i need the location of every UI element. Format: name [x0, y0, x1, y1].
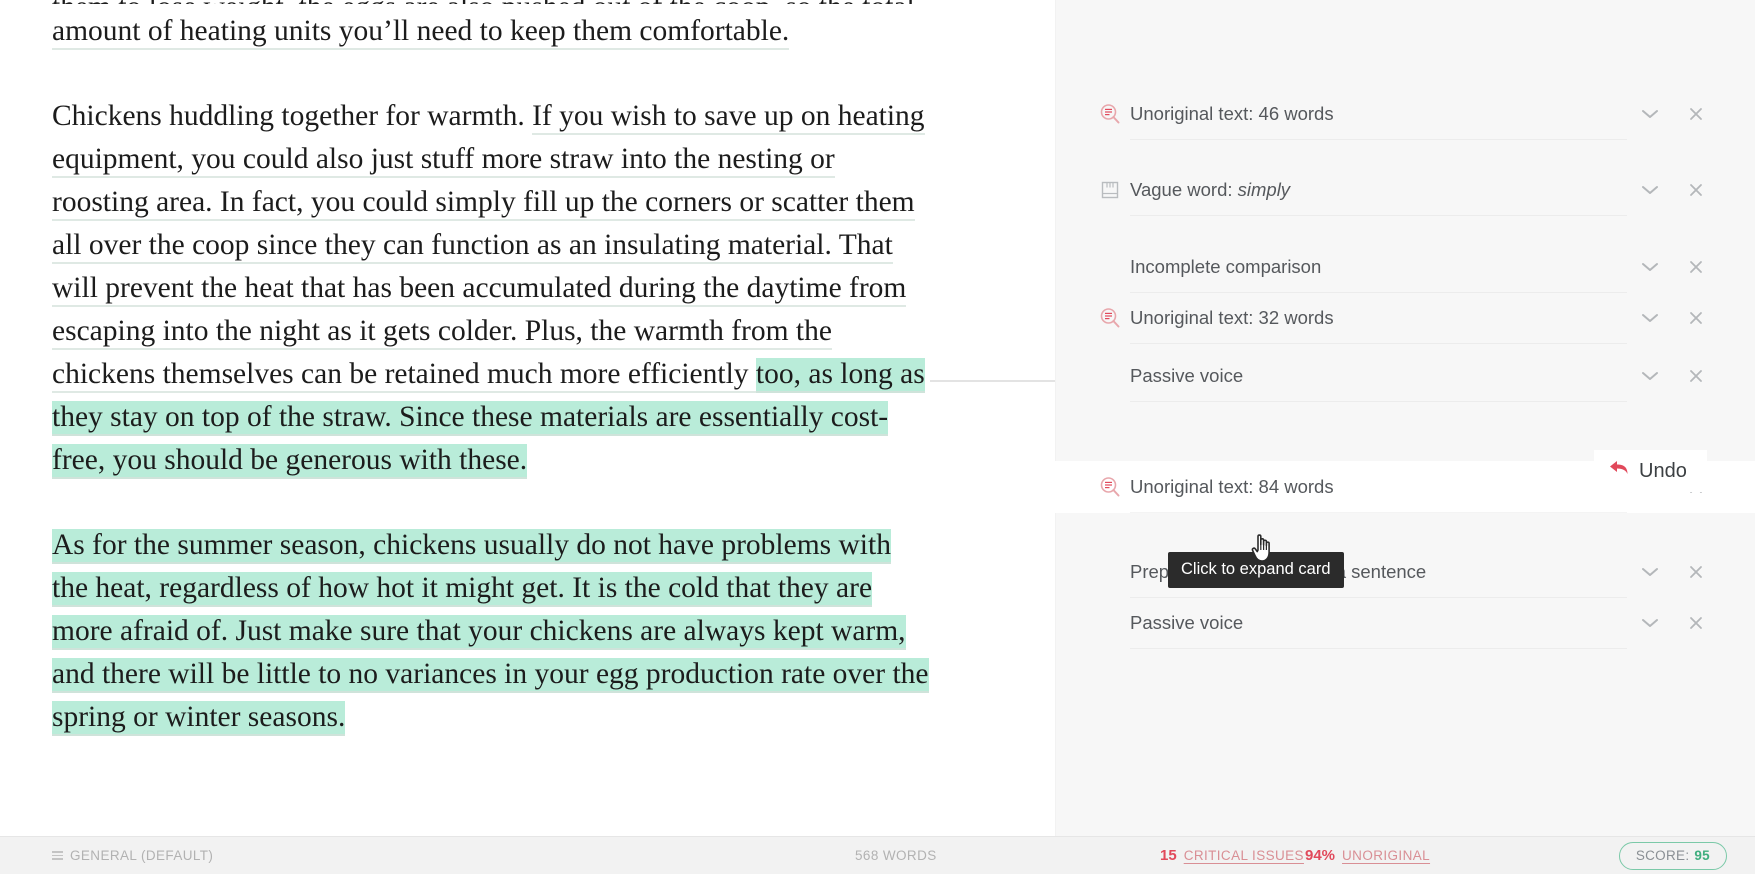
document-paragraph: amount of heating units you’ll need to k…: [52, 10, 932, 53]
chevron-down-icon[interactable]: [1627, 565, 1673, 579]
card-title-row: Passive voice: [1130, 350, 1627, 402]
plagiarism-magnifier-icon: [1095, 476, 1125, 498]
plagiarism-magnifier-icon: [1095, 307, 1125, 329]
list-lines-icon: [52, 851, 63, 860]
card-title-row: Vague word: simply: [1130, 164, 1627, 216]
status-bar: GENERAL (DEFAULT) 568 WORDS 15 CRITICAL …: [0, 836, 1755, 874]
card-title: Unoriginal text: 46 words: [1130, 102, 1334, 124]
status-unoriginal[interactable]: 94% UNORIGINAL: [1305, 847, 1430, 864]
close-icon[interactable]: [1673, 368, 1719, 384]
undo-label: Undo: [1639, 459, 1687, 482]
critical-issues-label: CRITICAL ISSUES: [1183, 848, 1304, 863]
card-unoriginal-46[interactable]: Unoriginal text: 46 words: [1055, 88, 1755, 140]
document-paragraph: Chickens huddling together for warmth. I…: [52, 95, 932, 482]
score-badge[interactable]: SCORE: 95: [1618, 841, 1727, 870]
text-run: amount of heating units you’ll need to k…: [52, 15, 790, 50]
chevron-down-icon[interactable]: [1627, 369, 1673, 383]
document-editor-pane[interactable]: them to lose weight, the eggs are also p…: [0, 0, 1055, 836]
card-title: Passive voice: [1130, 611, 1244, 633]
status-critical-issues[interactable]: 15 CRITICAL ISSUES: [1160, 847, 1304, 864]
document-paragraph: As for the summer season, chickens usual…: [52, 524, 932, 739]
tooltip-click-to-expand: Click to expand card: [1168, 552, 1344, 588]
document-body[interactable]: them to lose weight, the eggs are also p…: [52, 0, 932, 739]
close-icon[interactable]: [1673, 106, 1719, 122]
chevron-down-icon[interactable]: [1627, 183, 1673, 197]
chevron-down-icon[interactable]: [1627, 311, 1673, 325]
card-title: Unoriginal text: 32 words: [1130, 306, 1334, 328]
card-title: Vague word: simply: [1130, 178, 1291, 200]
card-title-row: Unoriginal text: 32 words: [1130, 292, 1627, 344]
close-icon[interactable]: [1673, 182, 1719, 198]
status-word-count: 568 WORDS: [855, 848, 937, 863]
card-passive-1[interactable]: Passive voice: [1055, 350, 1755, 402]
plagiarism-magnifier-icon: [1100, 104, 1120, 124]
dictionary-book-icon: [1101, 181, 1119, 199]
score-label: SCORE:: [1635, 847, 1690, 863]
unoriginal-percent: 94%: [1305, 847, 1336, 864]
close-icon[interactable]: [1673, 259, 1719, 275]
card-incomplete[interactable]: Incomplete comparison: [1055, 241, 1755, 293]
card-preposition[interactable]: Preposition at the end of a sentence: [1055, 546, 1755, 598]
plagiarism-magnifier-icon: [1100, 308, 1120, 328]
document-paragraph: them to lose weight, the eggs are also p…: [52, 0, 932, 4]
card-title: Unoriginal text: 84 words: [1130, 475, 1334, 497]
tooltip-text: Click to expand card: [1181, 560, 1331, 578]
chevron-down-icon[interactable]: [1627, 107, 1673, 121]
issues-sidebar[interactable]: Unoriginal text: 46 words Vague word: si…: [1055, 0, 1755, 836]
card-title-emphasis: simply: [1237, 178, 1291, 200]
card-unoriginal-32[interactable]: Unoriginal text: 32 words: [1055, 292, 1755, 344]
undo-button[interactable]: Undo: [1594, 450, 1707, 492]
plagiarism-magnifier-icon: [1095, 103, 1125, 125]
dictionary-book-icon: [1095, 180, 1125, 200]
highlighted-text-run[interactable]: As for the summer season, chickens usual…: [52, 529, 929, 736]
card-title-row: Unoriginal text: 46 words: [1130, 88, 1627, 140]
card-title-row: Passive voice: [1130, 597, 1627, 649]
chevron-down-icon[interactable]: [1627, 616, 1673, 630]
status-profile-label: GENERAL (DEFAULT): [70, 848, 214, 863]
card-title: Passive voice: [1130, 364, 1244, 386]
close-icon[interactable]: [1673, 615, 1719, 631]
unoriginal-label: UNORIGINAL: [1342, 848, 1431, 863]
plagiarism-magnifier-icon: [1100, 477, 1120, 497]
undo-arrow-icon: [1608, 459, 1630, 483]
score-value: 95: [1694, 847, 1710, 863]
critical-issues-count: 15: [1160, 847, 1177, 864]
status-profile[interactable]: GENERAL (DEFAULT): [52, 848, 213, 863]
close-icon[interactable]: [1673, 564, 1719, 580]
card-title-row: Incomplete comparison: [1130, 241, 1627, 293]
close-icon[interactable]: [1673, 310, 1719, 326]
chevron-down-icon[interactable]: [1627, 260, 1673, 274]
card-vague-word[interactable]: Vague word: simply: [1055, 164, 1755, 216]
app-root: them to lose weight, the eggs are also p…: [0, 0, 1755, 874]
text-run: them to lose weight, the eggs are also p…: [52, 0, 915, 4]
text-run: Chickens huddling together for warmth.: [52, 100, 533, 132]
card-passive-2[interactable]: Passive voice: [1055, 597, 1755, 649]
card-title-row: Unoriginal text: 84 words: [1130, 461, 1627, 513]
card-title: Incomplete comparison: [1130, 255, 1322, 277]
